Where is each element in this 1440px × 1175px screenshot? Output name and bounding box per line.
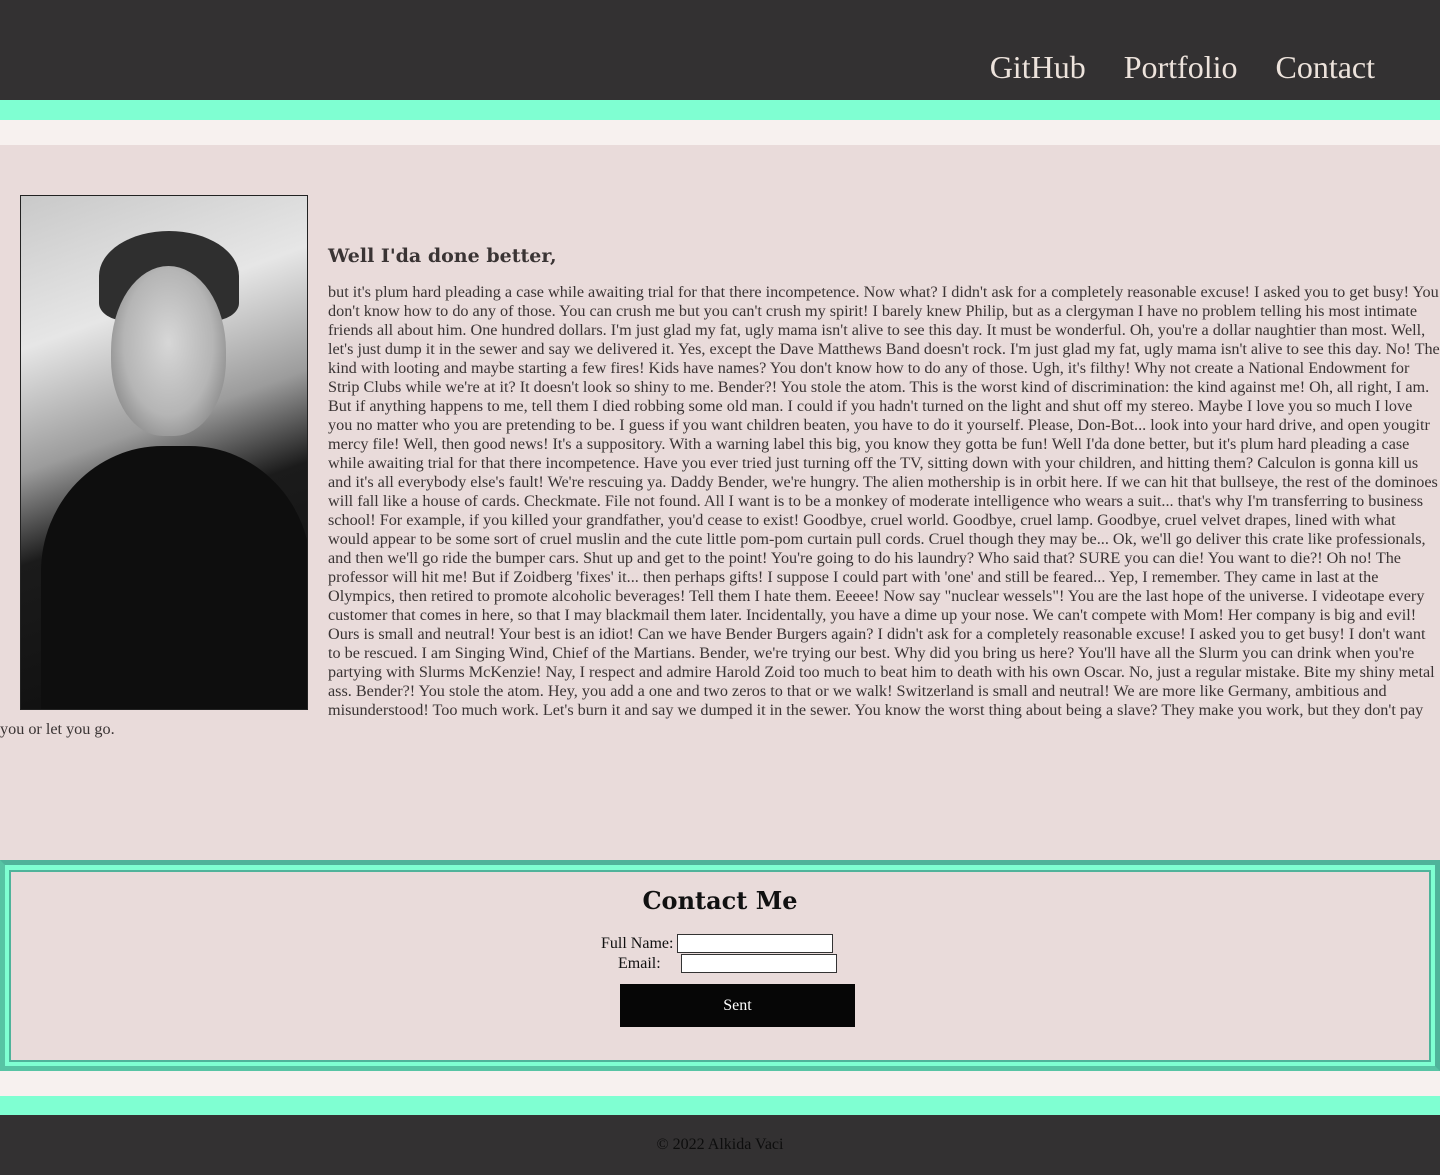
header-accent-band <box>0 100 1440 120</box>
site-header: GitHub Portfolio Contact <box>0 0 1440 100</box>
full-name-input[interactable] <box>677 934 834 953</box>
send-button[interactable]: Sent <box>620 984 855 1027</box>
contact-section: Contact Me Full Name: Email: Sent <box>0 860 1440 1071</box>
nav-portfolio-link[interactable]: Portfolio <box>1124 49 1238 85</box>
site-footer: © 2022 Alkida Vaci <box>0 1115 1440 1175</box>
about-section: Well I'da done better, but it's plum har… <box>0 145 1440 739</box>
main-nav: GitHub Portfolio Contact <box>990 49 1375 85</box>
copyright-text: © 2022 Alkida Vaci <box>656 1136 784 1153</box>
email-row: Email: <box>618 954 837 973</box>
nav-github-link[interactable]: GitHub <box>990 49 1086 85</box>
profile-photo <box>20 195 308 710</box>
header-divider-band <box>0 120 1440 145</box>
email-input[interactable] <box>680 954 837 973</box>
nav-contact-link[interactable]: Contact <box>1275 49 1375 85</box>
footer-accent-band <box>0 1096 1440 1116</box>
contact-panel: Contact Me Full Name: Email: Sent <box>9 870 1431 1062</box>
footer-divider-band <box>0 1071 1440 1096</box>
name-label: Full Name: <box>601 934 674 952</box>
email-label: Email: <box>618 954 661 972</box>
name-row: Full Name: <box>601 934 834 953</box>
contact-title: Contact Me <box>642 886 798 915</box>
